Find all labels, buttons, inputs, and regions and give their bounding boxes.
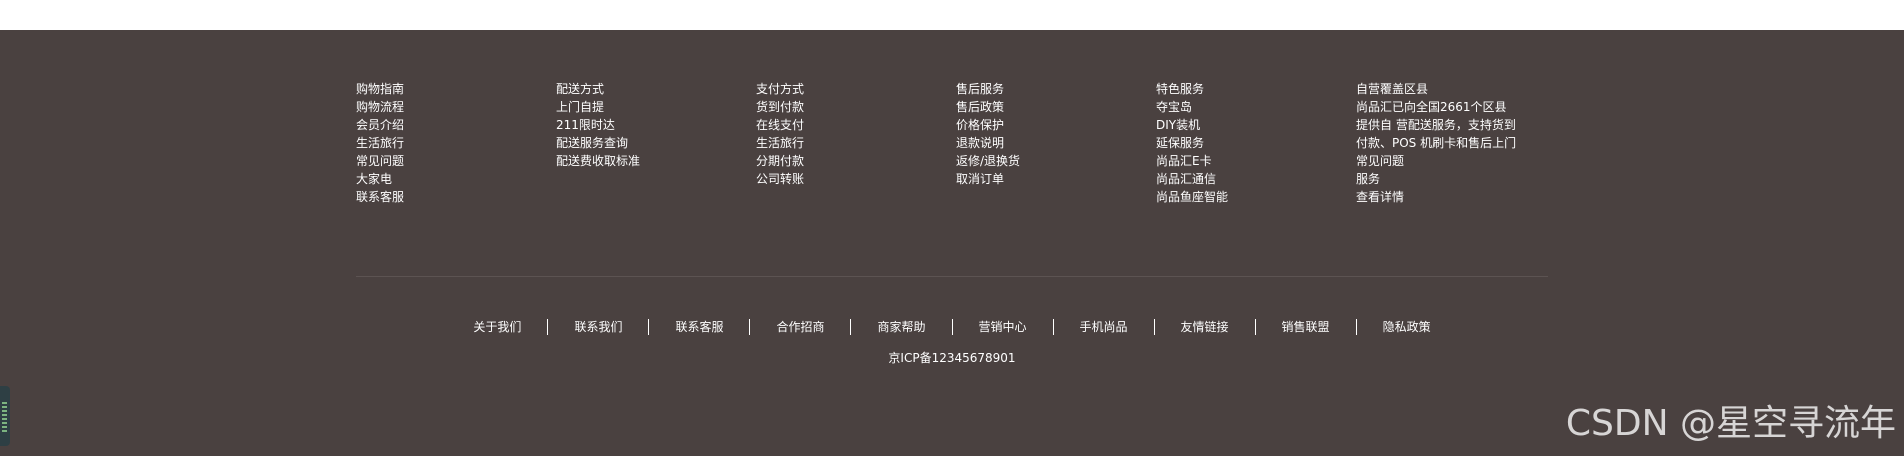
footer-link[interactable]: 联系客服 bbox=[356, 188, 556, 206]
footer-link[interactable]: 在线支付 bbox=[756, 116, 956, 134]
footer-link[interactable]: 退款说明 bbox=[956, 134, 1156, 152]
footer-link[interactable]: 货到付款 bbox=[756, 98, 956, 116]
bottom-link-friend-links[interactable]: 友情链接 bbox=[1155, 319, 1255, 335]
coverage-description-line: 提供自 营配送服务，支持货到 bbox=[1356, 118, 1516, 132]
side-toolbar-handle[interactable] bbox=[0, 386, 10, 446]
footer-link[interactable]: 延保服务 bbox=[1156, 134, 1356, 152]
footer-column-delivery: 配送方式 上门自提 211限时达 配送服务查询 配送费收取标准 bbox=[556, 80, 756, 170]
icp-license: 京ICP备12345678901 bbox=[888, 351, 1016, 365]
footer-link[interactable]: 大家电 bbox=[356, 170, 556, 188]
footer-link[interactable]: 取消订单 bbox=[956, 170, 1156, 188]
bottom-link-merchant-help[interactable]: 商家帮助 bbox=[851, 319, 951, 335]
footer-column-shopping-guide: 购物指南 购物流程 会员介绍 生活旅行 常见问题 大家电 联系客服 bbox=[356, 80, 556, 206]
footer-link[interactable]: 支付方式 bbox=[756, 80, 956, 98]
bottom-link-privacy[interactable]: 隐私政策 bbox=[1357, 319, 1457, 335]
footer-link[interactable]: 上门自提 bbox=[556, 98, 756, 116]
footer-link[interactable]: 夺宝岛 bbox=[1156, 98, 1356, 116]
footer-column-after-sales: 售后服务 售后政策 价格保护 退款说明 返修/退换货 取消订单 bbox=[956, 80, 1156, 188]
footer-link[interactable]: 尚品汇E卡 bbox=[1156, 152, 1356, 170]
footer-link-columns: 购物指南 购物流程 会员介绍 生活旅行 常见问题 大家电 联系客服 配送方式 上… bbox=[356, 80, 1556, 220]
footer-bottom-nav: 关于我们 联系我们 联系客服 合作招商 商家帮助 营销中心 手机尚品 友情链接 … bbox=[0, 317, 1904, 337]
footer-link[interactable]: 生活旅行 bbox=[356, 134, 556, 152]
footer-column-special-services: 特色服务 夺宝岛 DIY装机 延保服务 尚品汇E卡 尚品汇通信 尚品鱼座智能 bbox=[1156, 80, 1356, 206]
footer-link[interactable]: 售后政策 bbox=[956, 98, 1156, 116]
footer-link[interactable]: 特色服务 bbox=[1156, 80, 1356, 98]
footer-link[interactable]: 购物流程 bbox=[356, 98, 556, 116]
footer-link[interactable]: 购物指南 bbox=[356, 80, 556, 98]
footer-link[interactable]: 尚品汇通信 bbox=[1156, 170, 1356, 188]
footer-column-payment: 支付方式 货到付款 在线支付 生活旅行 分期付款 公司转账 bbox=[756, 80, 956, 188]
footer-link[interactable]: 配送费收取标准 bbox=[556, 152, 756, 170]
signal-bars-icon bbox=[2, 402, 7, 432]
footer-link[interactable]: 生活旅行 bbox=[756, 134, 956, 152]
footer-link[interactable]: 配送方式 bbox=[556, 80, 756, 98]
footer-link[interactable]: 尚品鱼座智能 bbox=[1156, 188, 1356, 206]
footer-link[interactable]: 会员介绍 bbox=[356, 116, 556, 134]
footer-link[interactable]: 返修/退换货 bbox=[956, 152, 1156, 170]
footer-link[interactable]: 公司转账 bbox=[756, 170, 956, 188]
footer-link[interactable]: 211限时达 bbox=[556, 116, 756, 134]
footer-divider bbox=[356, 276, 1548, 277]
bottom-link-about[interactable]: 关于我们 bbox=[447, 319, 547, 335]
page-top-area bbox=[0, 0, 1904, 30]
coverage-title: 自营覆盖区县 bbox=[1356, 82, 1429, 96]
bottom-link-mobile[interactable]: 手机尚品 bbox=[1054, 319, 1154, 335]
bottom-link-partnership[interactable]: 合作招商 bbox=[750, 319, 850, 335]
bottom-link-marketing-center[interactable]: 营销中心 bbox=[953, 319, 1053, 335]
bottom-link-contact[interactable]: 联系我们 bbox=[548, 319, 648, 335]
footer-link[interactable]: 分期付款 bbox=[756, 152, 956, 170]
csdn-watermark: CSDN @星空寻流年 bbox=[1565, 403, 1896, 444]
footer-link[interactable]: 常见问题 bbox=[356, 152, 556, 170]
footer-link[interactable]: 价格保护 bbox=[956, 116, 1156, 134]
coverage-description-line: 付款、POS 机刷卡和售后上门 bbox=[1356, 136, 1517, 150]
bottom-link-sales-alliance[interactable]: 销售联盟 bbox=[1256, 319, 1356, 335]
coverage-service-text: 服务 bbox=[1356, 172, 1381, 186]
bottom-link-customer-service[interactable]: 联系客服 bbox=[649, 319, 749, 335]
footer-column-coverage: 自营覆盖区县 尚品汇已向全国2661个区县 提供自 营配送服务，支持货到 付款、… bbox=[1356, 80, 1556, 206]
coverage-description-line: 尚品汇已向全国2661个区县 bbox=[1356, 100, 1507, 114]
footer-link[interactable]: 售后服务 bbox=[956, 80, 1156, 98]
footer-link[interactable]: 配送服务查询 bbox=[556, 134, 756, 152]
site-footer: 购物指南 购物流程 会员介绍 生活旅行 常见问题 大家电 联系客服 配送方式 上… bbox=[0, 30, 1904, 456]
coverage-faq-link[interactable]: 常见问题 bbox=[1356, 152, 1556, 170]
footer-link[interactable]: DIY装机 bbox=[1156, 116, 1356, 134]
coverage-details-link[interactable]: 查看详情 bbox=[1356, 188, 1556, 206]
